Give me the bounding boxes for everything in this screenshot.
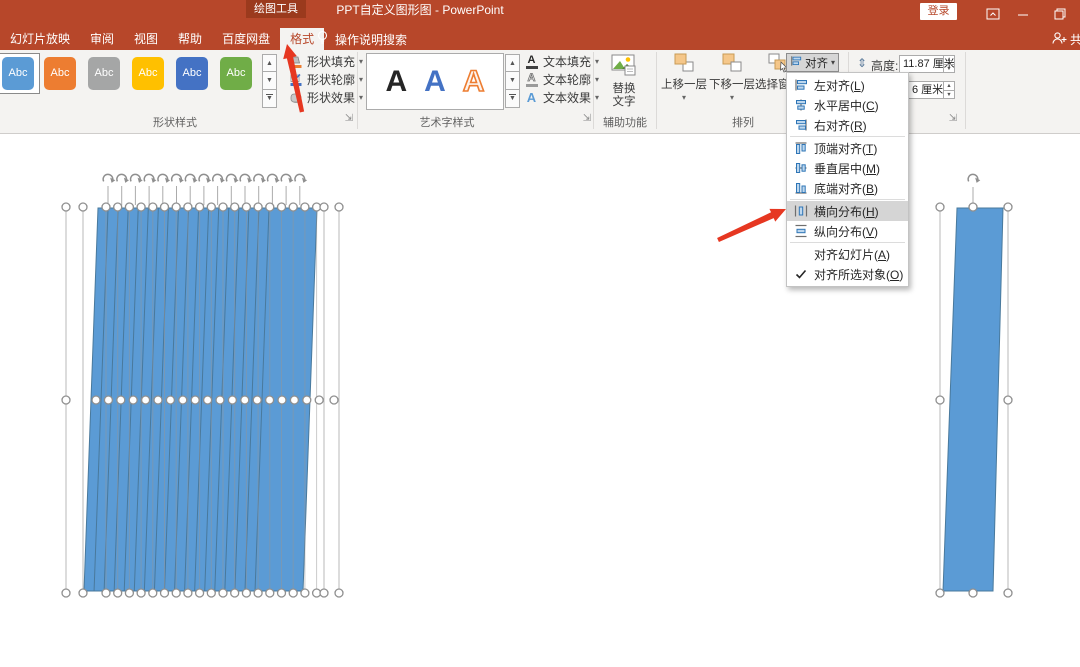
- menu-item-label: 对齐所选对象(O): [814, 267, 904, 282]
- rotation-handle-icon[interactable]: [280, 173, 295, 184]
- menu-item-label: 横向分布(H): [814, 204, 879, 219]
- align-dropdown-menu: 左对齐(L) 水平居中(C) 右对齐(R) 顶端对齐(T) 垂直居中(M) 底端对齐(B)…: [786, 72, 909, 287]
- menu-item-align-top[interactable]: 顶端对齐(T): [787, 138, 908, 158]
- menu-item-label: 垂直居中(M): [814, 161, 880, 176]
- rotation-handle-icon[interactable]: [294, 173, 308, 184]
- rotation-handle-icon[interactable]: [198, 173, 212, 184]
- rotation-handle-icon[interactable]: [266, 173, 281, 184]
- menu-item-label: 右对齐(R): [814, 118, 867, 133]
- slide-canvas[interactable]: [0, 0, 1080, 667]
- menu-item-distribute-horizontally[interactable]: 横向分布(H): [787, 201, 908, 221]
- rotation-handle-icon[interactable]: [253, 173, 267, 184]
- rotation-handle-icon[interactable]: [184, 173, 199, 184]
- rotation-handle-icon[interactable]: [225, 173, 240, 184]
- align-middle-icon: [787, 161, 814, 175]
- align-center-icon: [787, 98, 814, 112]
- powerpoint-window: 绘图工具 PPT自定义图形图 - PowerPoint 登录 幻灯片放映 审阅 视图…: [0, 0, 1080, 667]
- rotation-handle-icon[interactable]: [102, 173, 117, 184]
- rotation-handle-icon[interactable]: [967, 173, 982, 184]
- align-top-icon: [787, 141, 814, 155]
- menu-item-label: 纵向分布(V): [814, 224, 879, 239]
- align-bottom-icon: [787, 181, 814, 195]
- dist-h-icon: [787, 204, 814, 218]
- dist-v-icon: [787, 224, 814, 238]
- menu-item-align-center[interactable]: 水平居中(C): [787, 95, 908, 115]
- right-slanted-bar-shape[interactable]: [942, 207, 1004, 592]
- menu-item-align-left[interactable]: 左对齐(L): [787, 75, 908, 95]
- align-right-icon: [787, 118, 814, 132]
- rotation-handle-icon[interactable]: [129, 173, 144, 184]
- rotation-handle-icon[interactable]: [212, 173, 226, 184]
- menu-separator: [790, 136, 905, 137]
- checkmark-icon: [787, 267, 814, 281]
- menu-separator: [790, 199, 905, 200]
- menu-item-align-middle[interactable]: 垂直居中(M): [787, 158, 908, 178]
- menu-item-label: 水平居中(C): [814, 98, 879, 113]
- menu-separator: [790, 242, 905, 243]
- menu-item-align-right[interactable]: 右对齐(R): [787, 115, 908, 135]
- rotation-handle-icon[interactable]: [116, 173, 130, 184]
- align-left-icon: [787, 78, 814, 92]
- rotation-handle-icon[interactable]: [157, 173, 171, 184]
- menu-item-label: 底端对齐(B): [814, 181, 879, 196]
- menu-item-align-selected-objects[interactable]: 对齐所选对象(O): [787, 264, 908, 284]
- menu-item-label: 左对齐(L): [814, 78, 865, 93]
- menu-item-align-to-slide[interactable]: 对齐幻灯片(A): [787, 244, 908, 264]
- rotation-handle-icon[interactable]: [239, 173, 254, 184]
- menu-item-distribute-vertically[interactable]: 纵向分布(V): [787, 221, 908, 241]
- rotation-handle-icon[interactable]: [143, 173, 158, 184]
- menu-item-align-bottom[interactable]: 底端对齐(B): [787, 178, 908, 198]
- menu-item-label: 顶端对齐(T): [814, 141, 878, 156]
- rotation-handle-icon[interactable]: [170, 173, 185, 184]
- menu-item-label: 对齐幻灯片(A): [814, 247, 891, 262]
